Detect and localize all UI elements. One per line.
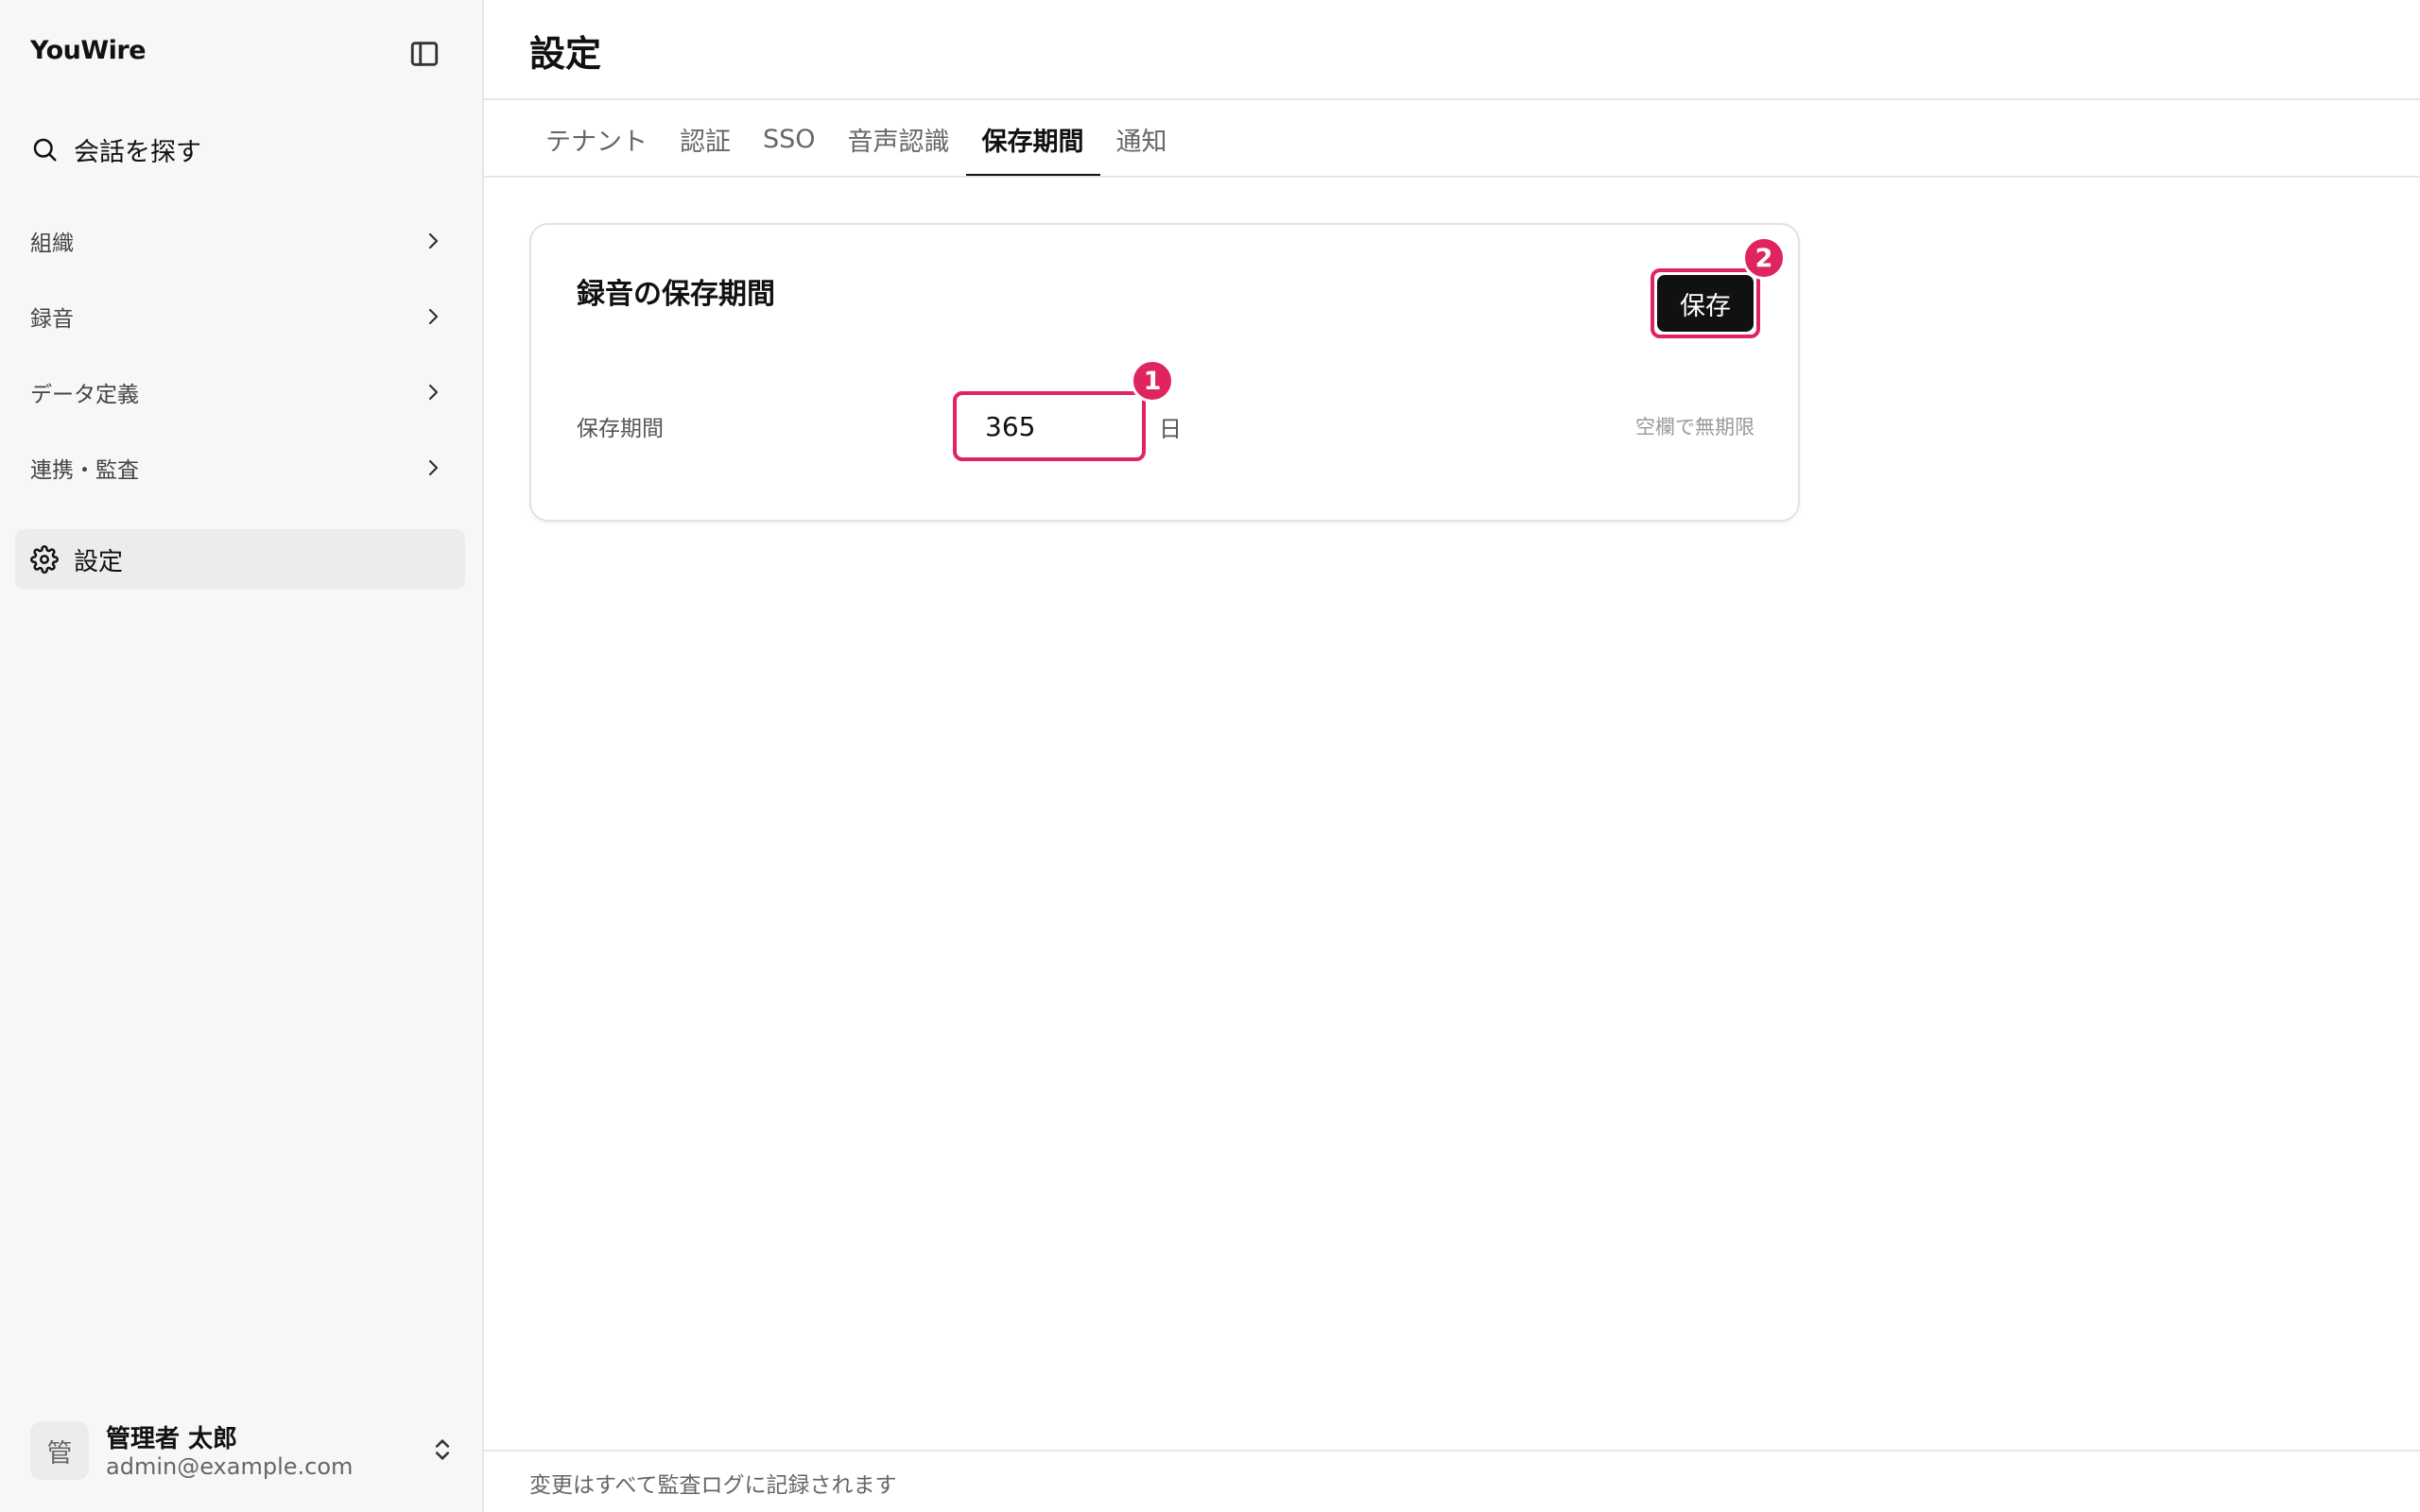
search-label: 会話を探す — [74, 137, 201, 167]
retention-field-label: 保存期間 — [577, 417, 664, 441]
page-title: 設定 — [529, 33, 602, 75]
sidebar-item-settings[interactable]: 設定 — [15, 529, 465, 590]
brand-logo: YouWire — [30, 36, 147, 65]
sidebar-item-label: 連携・監査 — [30, 458, 139, 483]
card-title: 録音の保存期間 — [577, 278, 775, 311]
settings-tabs: テナント 認証 SSO 音声認識 保存期間 通知 — [529, 100, 1184, 178]
hint-text: 空欄で無期限 — [1635, 416, 1754, 438]
chevron-right-icon — [422, 456, 444, 479]
user-menu[interactable]: 管 管理者 太郎 admin@example.com — [30, 1414, 456, 1482]
sidebar-item-organization[interactable]: 組織 — [15, 213, 465, 269]
sidebar-item-integrations-audit[interactable]: 連携・監査 — [15, 439, 465, 496]
chevron-right-icon — [422, 381, 444, 404]
unit-label: 日 — [1159, 416, 1182, 442]
sidebar-item-label: 組織 — [30, 232, 74, 256]
footer-divider — [484, 1450, 2420, 1452]
sidebar-item-label: 録音 — [30, 307, 74, 332]
sidebar-item-label: データ定義 — [30, 383, 139, 407]
sidebar-item-recordings[interactable]: 録音 — [15, 288, 465, 345]
chevrons-up-down-icon[interactable] — [429, 1436, 456, 1463]
avatar: 管 — [30, 1421, 89, 1480]
user-email: admin@example.com — [106, 1453, 354, 1480]
save-button-highlight: 保存 — [1651, 268, 1760, 338]
tabs-divider — [484, 176, 2420, 178]
sidebar-toggle-icon[interactable] — [408, 38, 441, 70]
chevron-right-icon — [422, 230, 444, 252]
search-icon — [30, 135, 59, 163]
tab-tenant[interactable]: テナント — [529, 100, 664, 178]
annotation-badge-2: 2 — [1742, 236, 1786, 280]
gear-icon — [30, 545, 59, 574]
retention-card: 録音の保存期間 保存 2 保存期間 1 日 空欄で無期限 — [529, 223, 1800, 522]
retention-input-highlight — [953, 391, 1146, 461]
sidebar-item-data-definitions[interactable]: データ定義 — [15, 364, 465, 421]
sidebar-item-label: 設定 — [74, 547, 124, 576]
save-button[interactable]: 保存 — [1657, 275, 1754, 332]
user-name: 管理者 太郎 — [106, 1425, 238, 1453]
footer-note: 変更はすべて監査ログに記録されます — [529, 1473, 897, 1498]
annotation-badge-1: 1 — [1131, 359, 1174, 403]
tab-authentication[interactable]: 認証 — [664, 100, 747, 178]
tab-speech-recognition[interactable]: 音声認識 — [832, 100, 966, 178]
chevron-right-icon — [422, 305, 444, 328]
sidebar: YouWire 会話を探す 組織 録音 データ定義 連携・監査 設定 管 管理者… — [0, 0, 484, 1512]
search-conversations[interactable]: 会話を探す — [15, 125, 465, 174]
tab-notifications[interactable]: 通知 — [1100, 100, 1184, 178]
tab-sso[interactable]: SSO — [747, 100, 832, 178]
retention-days-input[interactable] — [959, 397, 1140, 455]
tab-retention[interactable]: 保存期間 — [965, 100, 1100, 178]
